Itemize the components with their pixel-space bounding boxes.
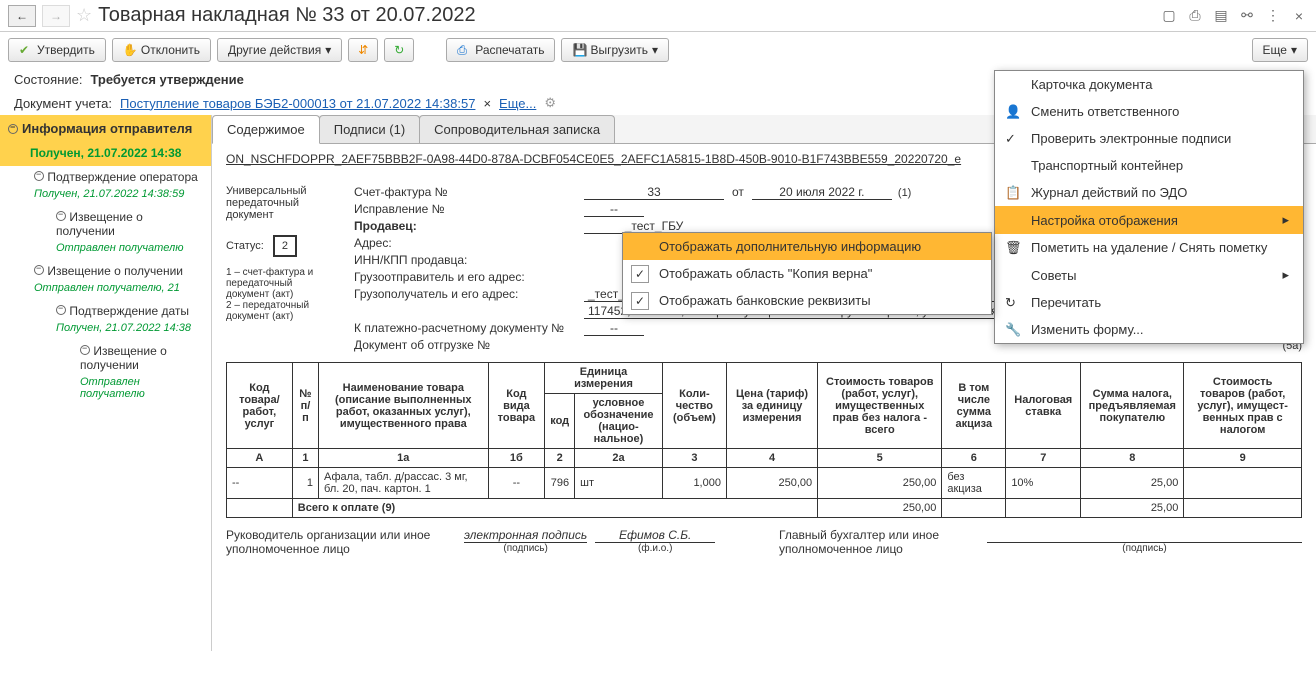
tree-status: Получен, 21.07.2022 14:38:59 bbox=[0, 186, 211, 206]
close-icon[interactable]: × bbox=[1290, 7, 1308, 25]
tab-memo[interactable]: Сопроводительная записка bbox=[419, 115, 615, 143]
menu-icon: ↻ bbox=[1005, 295, 1021, 311]
tree-item[interactable]: Извещение о получении bbox=[0, 260, 211, 280]
submenu-item[interactable]: ✓Отображать банковские реквизиты bbox=[623, 287, 991, 314]
print-icon[interactable]: ⎙ bbox=[1186, 7, 1204, 25]
submenu-item[interactable]: Отображать дополнительную информацию bbox=[623, 233, 991, 260]
more-label: Еще bbox=[1263, 43, 1287, 57]
head-sign-label: Руководитель организации или иное уполно… bbox=[226, 528, 456, 556]
menu-icon bbox=[1005, 158, 1021, 174]
menu-item[interactable]: Настройка отображения▸ bbox=[995, 206, 1303, 234]
menu-item[interactable]: 🗑Пометить на удаление / Снять пометку bbox=[995, 234, 1303, 261]
collapse-icon[interactable] bbox=[34, 171, 44, 181]
tab-signs[interactable]: Подписи (1) bbox=[319, 115, 420, 143]
tree-item[interactable]: Подтверждение оператора bbox=[0, 166, 211, 186]
display-submenu: Отображать дополнительную информацию✓Ото… bbox=[622, 232, 992, 315]
menu-icon: ✓ bbox=[1005, 131, 1021, 147]
menu-item[interactable]: 🔧Изменить форму... bbox=[995, 316, 1303, 343]
table-total: Всего к оплате (9)250,0025,00 bbox=[227, 499, 1302, 518]
nav-back-button[interactable]: ← bbox=[8, 5, 36, 27]
other-actions-button[interactable]: Другие действия ▾ bbox=[217, 38, 342, 62]
favorite-star-icon[interactable]: ☆ bbox=[76, 5, 92, 26]
tree-status: Отправлен получателю, 21 bbox=[0, 280, 211, 300]
menu-item[interactable]: 👤Сменить ответственного bbox=[995, 98, 1303, 125]
more-menu: Карточка документа👤Сменить ответственног… bbox=[994, 70, 1304, 344]
submenu-item[interactable]: ✓Отображать область "Копия верна" bbox=[623, 260, 991, 287]
report-icon[interactable]: ▤ bbox=[1212, 7, 1230, 25]
reject-label: Отклонить bbox=[141, 43, 200, 57]
link-icon[interactable]: ⚯ bbox=[1238, 7, 1256, 25]
items-table: Код товара/ работ, услуг № п/п Наименова… bbox=[226, 362, 1302, 518]
menu-icon: 📋 bbox=[1005, 185, 1021, 201]
note2: 2 – передаточный документ (акт) bbox=[226, 300, 336, 322]
menu-item[interactable]: ✓Проверить электронные подписи bbox=[995, 125, 1303, 152]
menu-icon: 🗑 bbox=[1005, 240, 1021, 256]
menu-icon: 🔧 bbox=[1005, 322, 1021, 338]
menu-item[interactable]: Транспортный контейнер bbox=[995, 152, 1303, 179]
menu-icon bbox=[1005, 267, 1021, 283]
other-actions-label: Другие действия bbox=[228, 43, 321, 57]
print-label: Распечатать bbox=[475, 43, 544, 57]
status-label: Состояние: bbox=[14, 72, 82, 87]
menu-item[interactable]: Советы▸ bbox=[995, 261, 1303, 289]
collapse-icon[interactable] bbox=[56, 305, 66, 315]
save-icon[interactable]: ▢ bbox=[1160, 7, 1178, 25]
chevron-right-icon: ▸ bbox=[1282, 212, 1289, 228]
menu-item[interactable]: ↻Перечитать bbox=[995, 289, 1303, 316]
doc-ref-more[interactable]: Еще... bbox=[499, 96, 536, 111]
sidebar-head[interactable]: Информация отправителя bbox=[0, 115, 211, 142]
table-row[interactable]: --1Афала, табл. д/рассас. 3 мг, бл. 20, … bbox=[227, 468, 1302, 499]
menu-item[interactable]: Карточка документа bbox=[995, 71, 1303, 98]
sidebar-status: Получен, 21.07.2022 14:38 bbox=[0, 142, 211, 166]
doc-ref-link[interactable]: Поступление товаров БЭБ2-000013 от 21.07… bbox=[120, 96, 475, 111]
note1: 1 – счет-фактура и передаточный документ… bbox=[226, 267, 336, 300]
tab-content[interactable]: Содержимое bbox=[212, 115, 320, 144]
tree-item[interactable]: Извещение о получении bbox=[0, 206, 211, 240]
more-dots-icon[interactable]: ⋮ bbox=[1264, 7, 1282, 25]
gear-icon[interactable]: ⚙ bbox=[544, 95, 556, 111]
status-box-value: 2 bbox=[273, 235, 297, 257]
menu-item[interactable]: 📋Журнал действий по ЭДО bbox=[995, 179, 1303, 206]
chevron-right-icon: ▸ bbox=[1282, 267, 1289, 283]
sidebar: Информация отправителя Получен, 21.07.20… bbox=[0, 115, 212, 651]
collapse-icon[interactable] bbox=[34, 265, 44, 275]
invoice-date: 20 июля 2022 г. bbox=[752, 185, 892, 200]
print-button[interactable]: ⎙Распечатать bbox=[446, 38, 555, 62]
tree-status: Отправлен получателю bbox=[0, 240, 211, 260]
invoice-label: Счет-фактура № bbox=[354, 185, 584, 199]
collapse-icon[interactable] bbox=[8, 124, 18, 134]
collapse-icon[interactable] bbox=[56, 211, 66, 221]
approve-button[interactable]: ✔Утвердить bbox=[8, 38, 106, 62]
doc-ref-label: Документ учета: bbox=[14, 96, 112, 111]
tree-item[interactable]: Извещение о получении bbox=[0, 340, 211, 374]
tree-status: Получен, 21.07.2022 14:38 bbox=[0, 320, 211, 340]
status-value: Требуется утверждение bbox=[90, 72, 243, 87]
export-button[interactable]: 💾Выгрузить ▾ bbox=[561, 38, 669, 62]
collapse-icon[interactable] bbox=[80, 345, 90, 355]
clear-ref-icon[interactable]: × bbox=[483, 96, 491, 111]
status-box-label: Статус: bbox=[226, 240, 264, 252]
nav-fwd-button[interactable]: → bbox=[42, 5, 70, 27]
checkbox-icon[interactable]: ✓ bbox=[631, 265, 649, 283]
menu-icon bbox=[1005, 212, 1021, 228]
menu-icon bbox=[1005, 77, 1021, 93]
hierarchy-button[interactable]: ⇵ bbox=[348, 38, 378, 62]
checkbox-icon[interactable]: ✓ bbox=[631, 292, 649, 310]
menu-icon: 👤 bbox=[1005, 104, 1021, 120]
approve-label: Утвердить bbox=[37, 43, 95, 57]
tree-status: Отправлен получателю bbox=[0, 374, 211, 406]
refresh-button[interactable]: ↻ bbox=[384, 38, 414, 62]
reject-button[interactable]: ✋Отклонить bbox=[112, 38, 211, 62]
more-button[interactable]: Еще ▾ bbox=[1252, 38, 1308, 62]
acc-sign-label: Главный бухгалтер или иное уполномоченно… bbox=[779, 528, 979, 556]
upd-label: Универсальный передаточный документ bbox=[226, 185, 336, 221]
tree-item[interactable]: Подтверждение даты bbox=[0, 300, 211, 320]
export-label: Выгрузить bbox=[590, 43, 648, 57]
invoice-no: 33 bbox=[584, 185, 724, 200]
page-title: Товарная накладная № 33 от 20.07.2022 bbox=[98, 4, 1154, 27]
